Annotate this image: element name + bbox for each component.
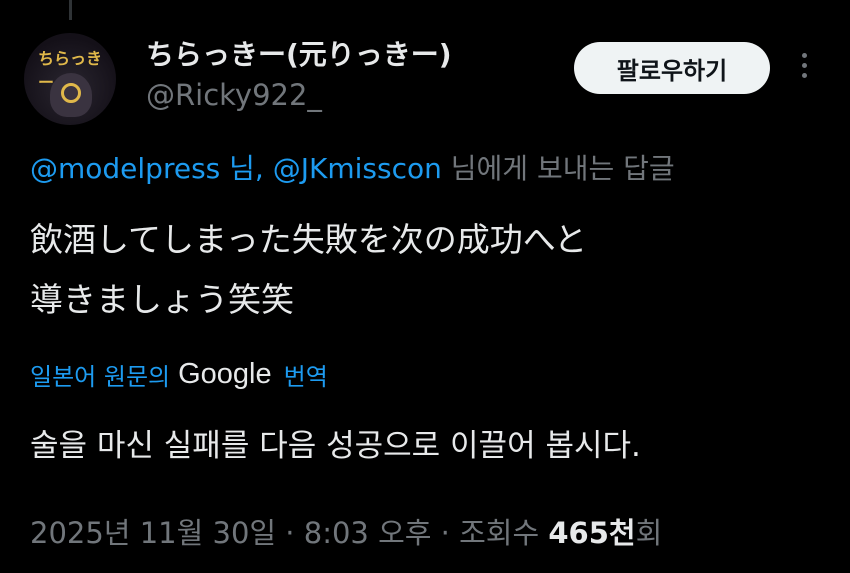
reply-to-line: @modelpress 님, @JKmisscon 님에게 보내는 답글 bbox=[30, 147, 675, 187]
avatar-ring bbox=[61, 83, 81, 103]
translation-prefix: 일본어 원문의 bbox=[30, 363, 171, 391]
tweet-text-line-1: 飲酒してしまった失敗を次の成功へと bbox=[30, 220, 588, 259]
views-label: 조회수 bbox=[459, 516, 549, 550]
translated-text: 술을 마신 실패를 다음 성공으로 이끌어 봅시다. bbox=[30, 428, 641, 464]
reply-to-suffix: 님에게 보내는 답글 bbox=[441, 152, 675, 185]
reply-separator: 님, bbox=[220, 152, 273, 185]
google-logo: Google bbox=[178, 358, 272, 390]
translation-suffix: 번역 bbox=[283, 363, 328, 391]
user-handle[interactable]: @Ricky922_ bbox=[146, 78, 322, 112]
meta-separator: · bbox=[276, 516, 304, 550]
tweet-metadata: 2025년 11월 30일 · 8:03 오후 · 조회수 465천회 bbox=[30, 510, 662, 552]
views-suffix: 회 bbox=[635, 516, 663, 550]
mention-link-jkmisscon[interactable]: @JKmisscon bbox=[273, 152, 442, 185]
more-vertical-icon[interactable] bbox=[798, 53, 810, 83]
translation-attribution[interactable]: 일본어 원문의 Google 번역 bbox=[30, 357, 328, 392]
tweet-date[interactable]: 2025년 11월 30일 bbox=[30, 516, 276, 550]
follow-button[interactable]: 팔로우하기 bbox=[574, 42, 770, 94]
views-count: 465천 bbox=[548, 516, 636, 550]
thread-connector-line bbox=[69, 0, 72, 20]
tweet-text: 飲酒してしまった失敗を次の成功へと 導きましょう笑笑 bbox=[30, 210, 820, 330]
mention-link-modelpress[interactable]: @modelpress bbox=[30, 152, 220, 185]
meta-separator: · bbox=[431, 516, 460, 550]
avatar[interactable]: ちらっきー bbox=[24, 33, 116, 125]
tweet-time[interactable]: 8:03 오후 bbox=[304, 516, 432, 550]
display-name[interactable]: ちらっきー(元りっきー) bbox=[146, 33, 452, 73]
tweet-text-line-2: 導きましょう笑笑 bbox=[30, 280, 294, 319]
